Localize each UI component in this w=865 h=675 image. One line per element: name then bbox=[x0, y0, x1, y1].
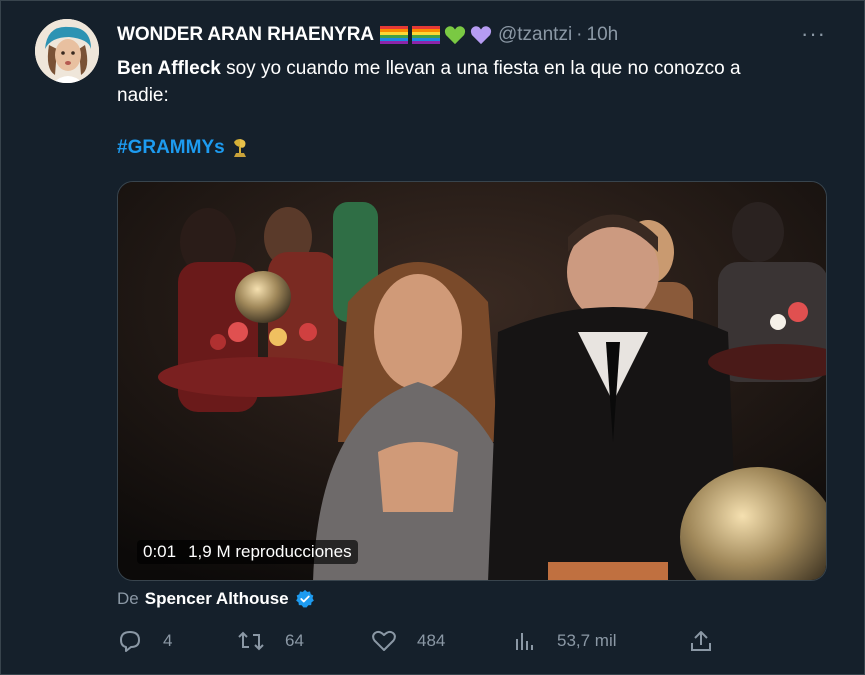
green-heart-icon bbox=[444, 26, 466, 45]
video-player[interactable] bbox=[117, 181, 827, 581]
grammy-trophy-icon bbox=[233, 139, 246, 157]
video-overlay-badge: 0:01 1,9 M reproducciones bbox=[137, 540, 358, 564]
heart-icon bbox=[372, 630, 396, 651]
rainbow-flag-icon bbox=[411, 26, 440, 44]
verified-badge-icon bbox=[295, 589, 314, 608]
retweet-button[interactable]: 64 bbox=[237, 629, 304, 653]
video-frame bbox=[118, 182, 826, 580]
action-bar: 4 64 484 53,7 mil bbox=[117, 629, 717, 657]
source-label: De bbox=[117, 589, 139, 608]
analytics-icon bbox=[516, 633, 533, 650]
tweet-header: WONDER ARAN RHAENYRA @tzantzi · 10h bbox=[117, 21, 618, 49]
purple-heart-icon bbox=[470, 26, 492, 45]
retweet-icon bbox=[238, 631, 264, 651]
hashtag-row: #GRAMMYs bbox=[117, 137, 249, 159]
retweet-count: 64 bbox=[285, 631, 304, 650]
like-count: 484 bbox=[417, 631, 446, 650]
video-view-count: 1,9 M reproducciones bbox=[188, 542, 352, 561]
author-name[interactable]: WONDER ARAN RHAENYRA bbox=[117, 24, 374, 46]
media-source: De Spencer Althouse bbox=[117, 589, 315, 609]
tweet-card[interactable]: WONDER ARAN RHAENYRA @tzantzi · 10h ··· bbox=[0, 0, 865, 675]
tweet-text-line1: soy yo cuando me llevan a una fiesta en … bbox=[220, 58, 741, 79]
share-button[interactable] bbox=[689, 629, 733, 653]
tweet-time[interactable]: 10h bbox=[587, 24, 619, 46]
tweet-text: Ben Affleck soy yo cuando me llevan a un… bbox=[117, 55, 817, 109]
author-handle[interactable]: @tzantzi bbox=[498, 24, 572, 46]
mention-link[interactable]: Ben Affleck bbox=[117, 58, 221, 79]
avatar[interactable] bbox=[35, 19, 99, 83]
hashtag-link[interactable]: #GRAMMYs bbox=[117, 137, 225, 159]
rainbow-flag-icon bbox=[379, 26, 408, 44]
reply-button[interactable]: 4 bbox=[117, 629, 172, 653]
video-timestamp: 0:01 bbox=[143, 542, 177, 561]
reply-icon bbox=[120, 631, 140, 652]
separator-dot: · bbox=[576, 24, 583, 45]
name-emojis bbox=[379, 25, 492, 45]
source-author-link[interactable]: Spencer Althouse bbox=[145, 589, 289, 609]
views-count: 53,7 mil bbox=[557, 631, 617, 650]
share-icon bbox=[691, 631, 711, 651]
reply-count: 4 bbox=[163, 631, 173, 650]
more-options-icon[interactable]: ··· bbox=[801, 23, 826, 45]
tweet-text-line2: nadie: bbox=[117, 85, 169, 106]
like-button[interactable]: 484 bbox=[371, 629, 445, 653]
views-button[interactable]: 53,7 mil bbox=[513, 629, 617, 653]
